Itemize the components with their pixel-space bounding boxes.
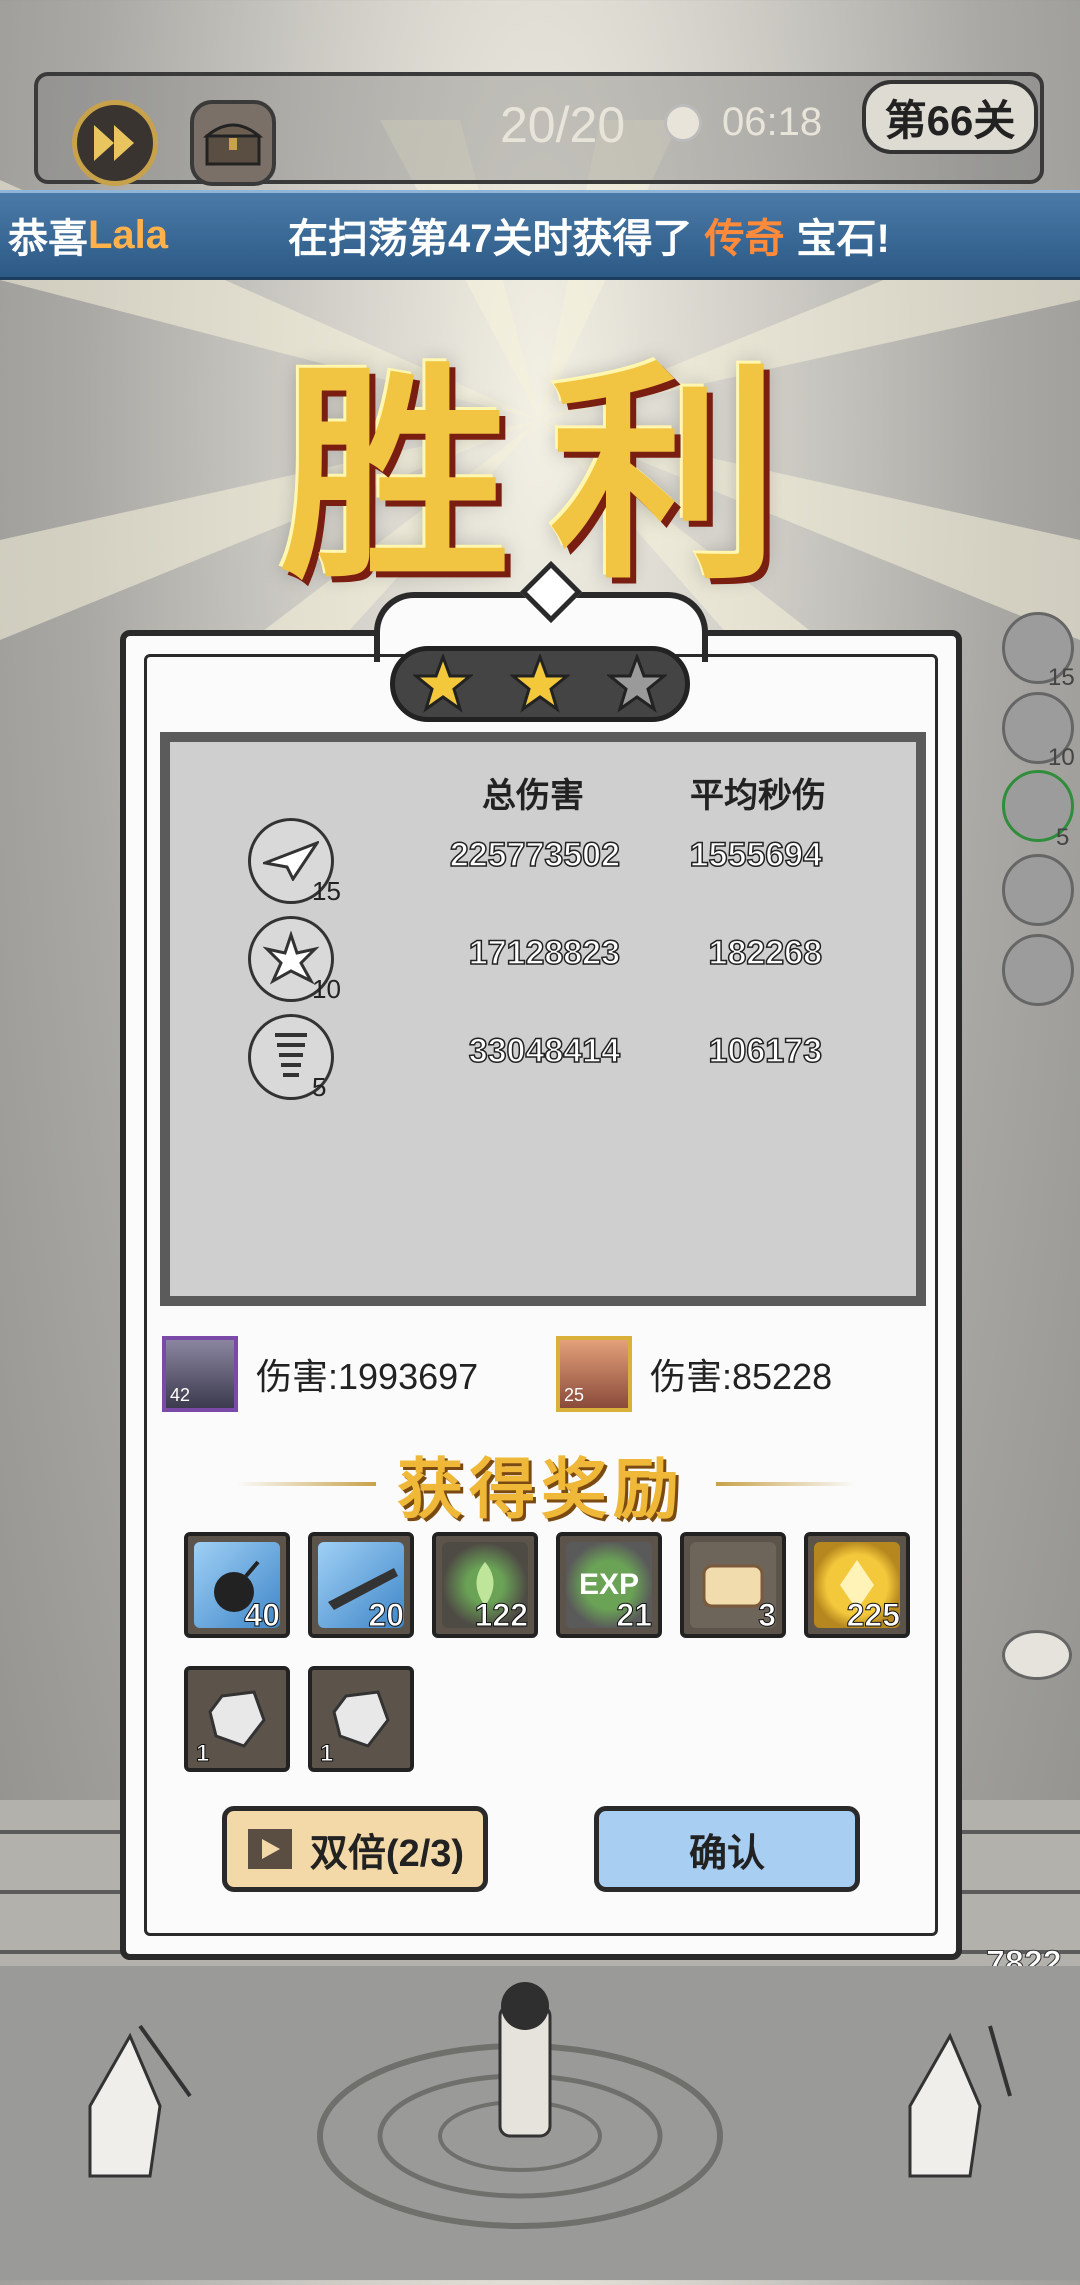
side-skill-slot-empty[interactable] [1002,934,1074,1006]
table-row: 5 33048414 106173 [170,1014,916,1104]
reward-item[interactable]: EXP 21 [556,1532,662,1638]
hero-damage: 伤害:1993697 [256,1356,479,1397]
reward-item[interactable]: 122 [432,1532,538,1638]
double-reward-button[interactable]: 双倍(2/3) [222,1806,488,1892]
announcement-banner: 恭喜 Lala 在扫荡第47关时获得了 传奇 宝石! [0,190,1080,280]
table-row: 10 17128823 182268 [170,916,916,1006]
item-count: 225 [846,1597,900,1634]
column-average-dps: 平均秒伤 [690,777,826,815]
mage-figure-left [88,2024,192,2178]
banner-message: 在扫荡第47关时获得了 [288,217,693,261]
mage-figure-right [908,2025,1012,2178]
skill-level: 10 [312,974,341,1004]
item-count: 122 [474,1597,528,1634]
item-count: 40 [244,1597,281,1634]
wave-counter: 20/20 [500,97,626,153]
column-total-damage: 总伤害 [482,777,584,815]
victory-panel: 总伤害 平均秒伤 15 225773502 1555694 10 1712882… [120,560,962,1960]
skill-level: 5 [312,1072,327,1102]
arena-circle [88,1982,1012,2229]
chest-icon [203,123,263,166]
reward-item[interactable]: 40 [184,1532,290,1638]
battle-timer: 06:18 [722,100,823,144]
star-empty-icon [606,654,667,713]
item-count: 20 [368,1597,405,1634]
skill-level: 15 [312,876,341,906]
reward-item[interactable]: 1 [184,1666,290,1772]
clock-icon [664,104,702,142]
average-dps-value: 106173 [708,1031,823,1071]
confirm-button[interactable]: 确认 [594,1806,860,1892]
banner-suffix: 宝石! [796,217,890,261]
battle-ground [0,1966,1080,2280]
total-damage-value: 17128823 [468,933,621,973]
hero-level: 42 [170,1385,191,1405]
banner-rarity: 传奇 [704,217,785,261]
video-icon [247,1829,292,1869]
item-count: 1 [195,1740,210,1768]
reward-item[interactable]: 3 [680,1532,786,1638]
reward-item[interactable]: 225 [804,1532,910,1638]
reward-item[interactable]: 1 [308,1666,414,1772]
total-damage-value: 33048414 [468,1031,621,1071]
item-count: 1 [319,1740,334,1768]
star-filled-icon [509,654,570,713]
hero-damage-entry: 42 伤害:1993697 [162,1336,478,1412]
double-reward-label: 双倍(2/3) [309,1832,465,1875]
average-dps-value: 182268 [708,933,823,973]
total-damage-value: 225773502 [449,835,621,875]
hero-avatar[interactable]: 42 [162,1336,238,1412]
banner-prefix: 恭喜 [8,217,88,261]
banner-player-name: Lala [88,212,169,257]
side-skill-level: 10 [1048,744,1075,771]
fast-forward-button[interactable] [72,100,158,186]
hero-level: 25 [564,1385,585,1405]
level-badge: 第66关 [862,80,1038,154]
target-marker-icon [1002,1630,1072,1680]
item-count: 21 [616,1597,653,1634]
reward-item[interactable]: 20 [308,1532,414,1638]
side-skill-level: 15 [1048,664,1075,691]
rewards-title: 获得奖励 [397,1450,685,1528]
item-count: 3 [758,1597,777,1634]
star-rating [390,646,690,722]
damage-stats-table: 总伤害 平均秒伤 15 225773502 1555694 10 1712882… [160,732,926,1306]
hero-figure [498,1982,552,2138]
hero-avatar[interactable]: 25 [556,1336,632,1412]
star-filled-icon [413,654,474,713]
side-skill-level: 5 [1056,824,1070,851]
side-skill-slot-empty[interactable] [1002,854,1074,926]
hero-damage-entry: 25 伤害:85228 [556,1336,832,1412]
fast-forward-icon [94,125,134,161]
table-row: 15 225773502 1555694 [170,818,916,908]
average-dps-value: 1555694 [689,835,823,875]
hero-damage: 伤害:85228 [650,1356,833,1397]
confirm-label: 确认 [688,1832,765,1875]
chest-button[interactable] [190,100,276,186]
